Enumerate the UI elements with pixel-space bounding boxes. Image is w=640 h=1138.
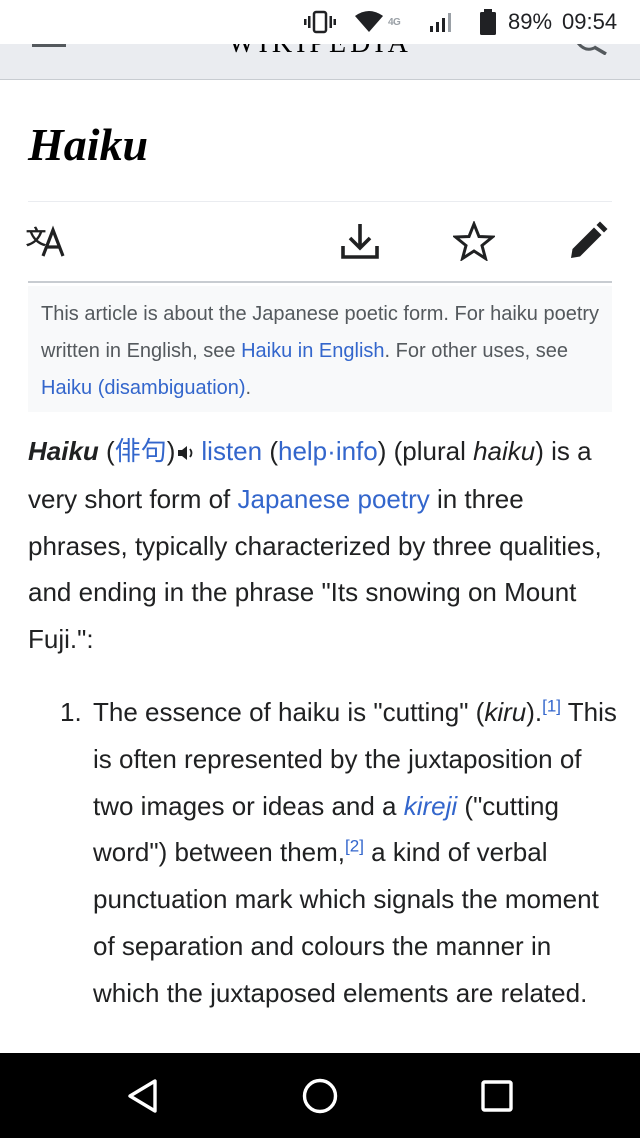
page-title: Haiku [28, 119, 149, 170]
lead-text: ( [262, 436, 278, 466]
lte-icon: 4G [388, 16, 401, 28]
actions-divider [28, 281, 612, 283]
recents-square-icon[interactable] [457, 1053, 537, 1138]
status-bar: 4G 89% 09:54 [0, 0, 640, 44]
kiru-term: kiru [484, 697, 527, 727]
wifi-icon [354, 0, 384, 44]
language-icon[interactable]: 文 [22, 218, 70, 264]
clock: 09:54 [562, 9, 618, 34]
list-text: ). [526, 697, 543, 727]
numbered-list: 1. The essence of haiku is "cutting" (ki… [60, 689, 620, 1017]
vibrate-icon [303, 0, 337, 44]
edit-icon[interactable] [564, 218, 612, 264]
lead-text: ) (plural [377, 436, 474, 466]
link-haiku-in-english[interactable]: Haiku in English [241, 340, 384, 362]
search-icon[interactable] [576, 44, 610, 60]
battery-percent: 89% [508, 9, 553, 34]
japanese-term-link[interactable]: 俳句 [115, 436, 167, 466]
navigation-bar [0, 1053, 640, 1138]
star-icon[interactable] [450, 218, 498, 264]
wikipedia-wordmark[interactable]: WIKIPEDIA [0, 44, 640, 60]
title-divider [28, 201, 612, 202]
list-text: The essence of haiku is "cutting" ( [93, 697, 485, 727]
lead-term: Haiku [28, 436, 99, 466]
listen-link[interactable]: listen [201, 436, 262, 466]
dot-separator: · [327, 436, 336, 466]
svg-text:文: 文 [26, 225, 47, 249]
list-number: 1. [60, 697, 82, 727]
reference-2[interactable]: [2] [345, 837, 364, 856]
lead-paragraph: Haiku (俳句) listen (help·info) (plural hai… [28, 428, 618, 662]
speaker-icon[interactable] [177, 430, 197, 477]
info-link[interactable]: info [336, 436, 378, 466]
hatnote-text: . [245, 377, 252, 399]
back-triangle-icon[interactable] [103, 1053, 183, 1138]
lead-text: ( [98, 436, 115, 466]
lead-text: ) [166, 436, 176, 466]
signal-icon [428, 0, 454, 44]
wiki-header: WIKIPEDIA [0, 44, 640, 80]
link-haiku-disambiguation[interactable]: Haiku (disambiguation) [41, 377, 246, 399]
home-circle-icon[interactable] [280, 1053, 360, 1138]
kireji-term[interactable]: kireji [404, 791, 457, 821]
download-icon[interactable] [336, 218, 384, 264]
link-kireji[interactable]: kireji [404, 791, 457, 821]
help-link[interactable]: help [278, 436, 327, 466]
battery-icon [480, 0, 496, 44]
reference-1[interactable]: [1] [542, 697, 561, 716]
hatnote-text: . For other uses, see [384, 340, 568, 362]
page-actions: 文 [26, 218, 612, 264]
link-japanese-poetry[interactable]: Japanese poetry [238, 484, 430, 514]
plural-term: haiku [473, 436, 536, 466]
hatnote: This article is about the Japanese poeti… [28, 286, 612, 412]
list-item: The essence of haiku is "cutting" (kiru)… [93, 689, 620, 1017]
